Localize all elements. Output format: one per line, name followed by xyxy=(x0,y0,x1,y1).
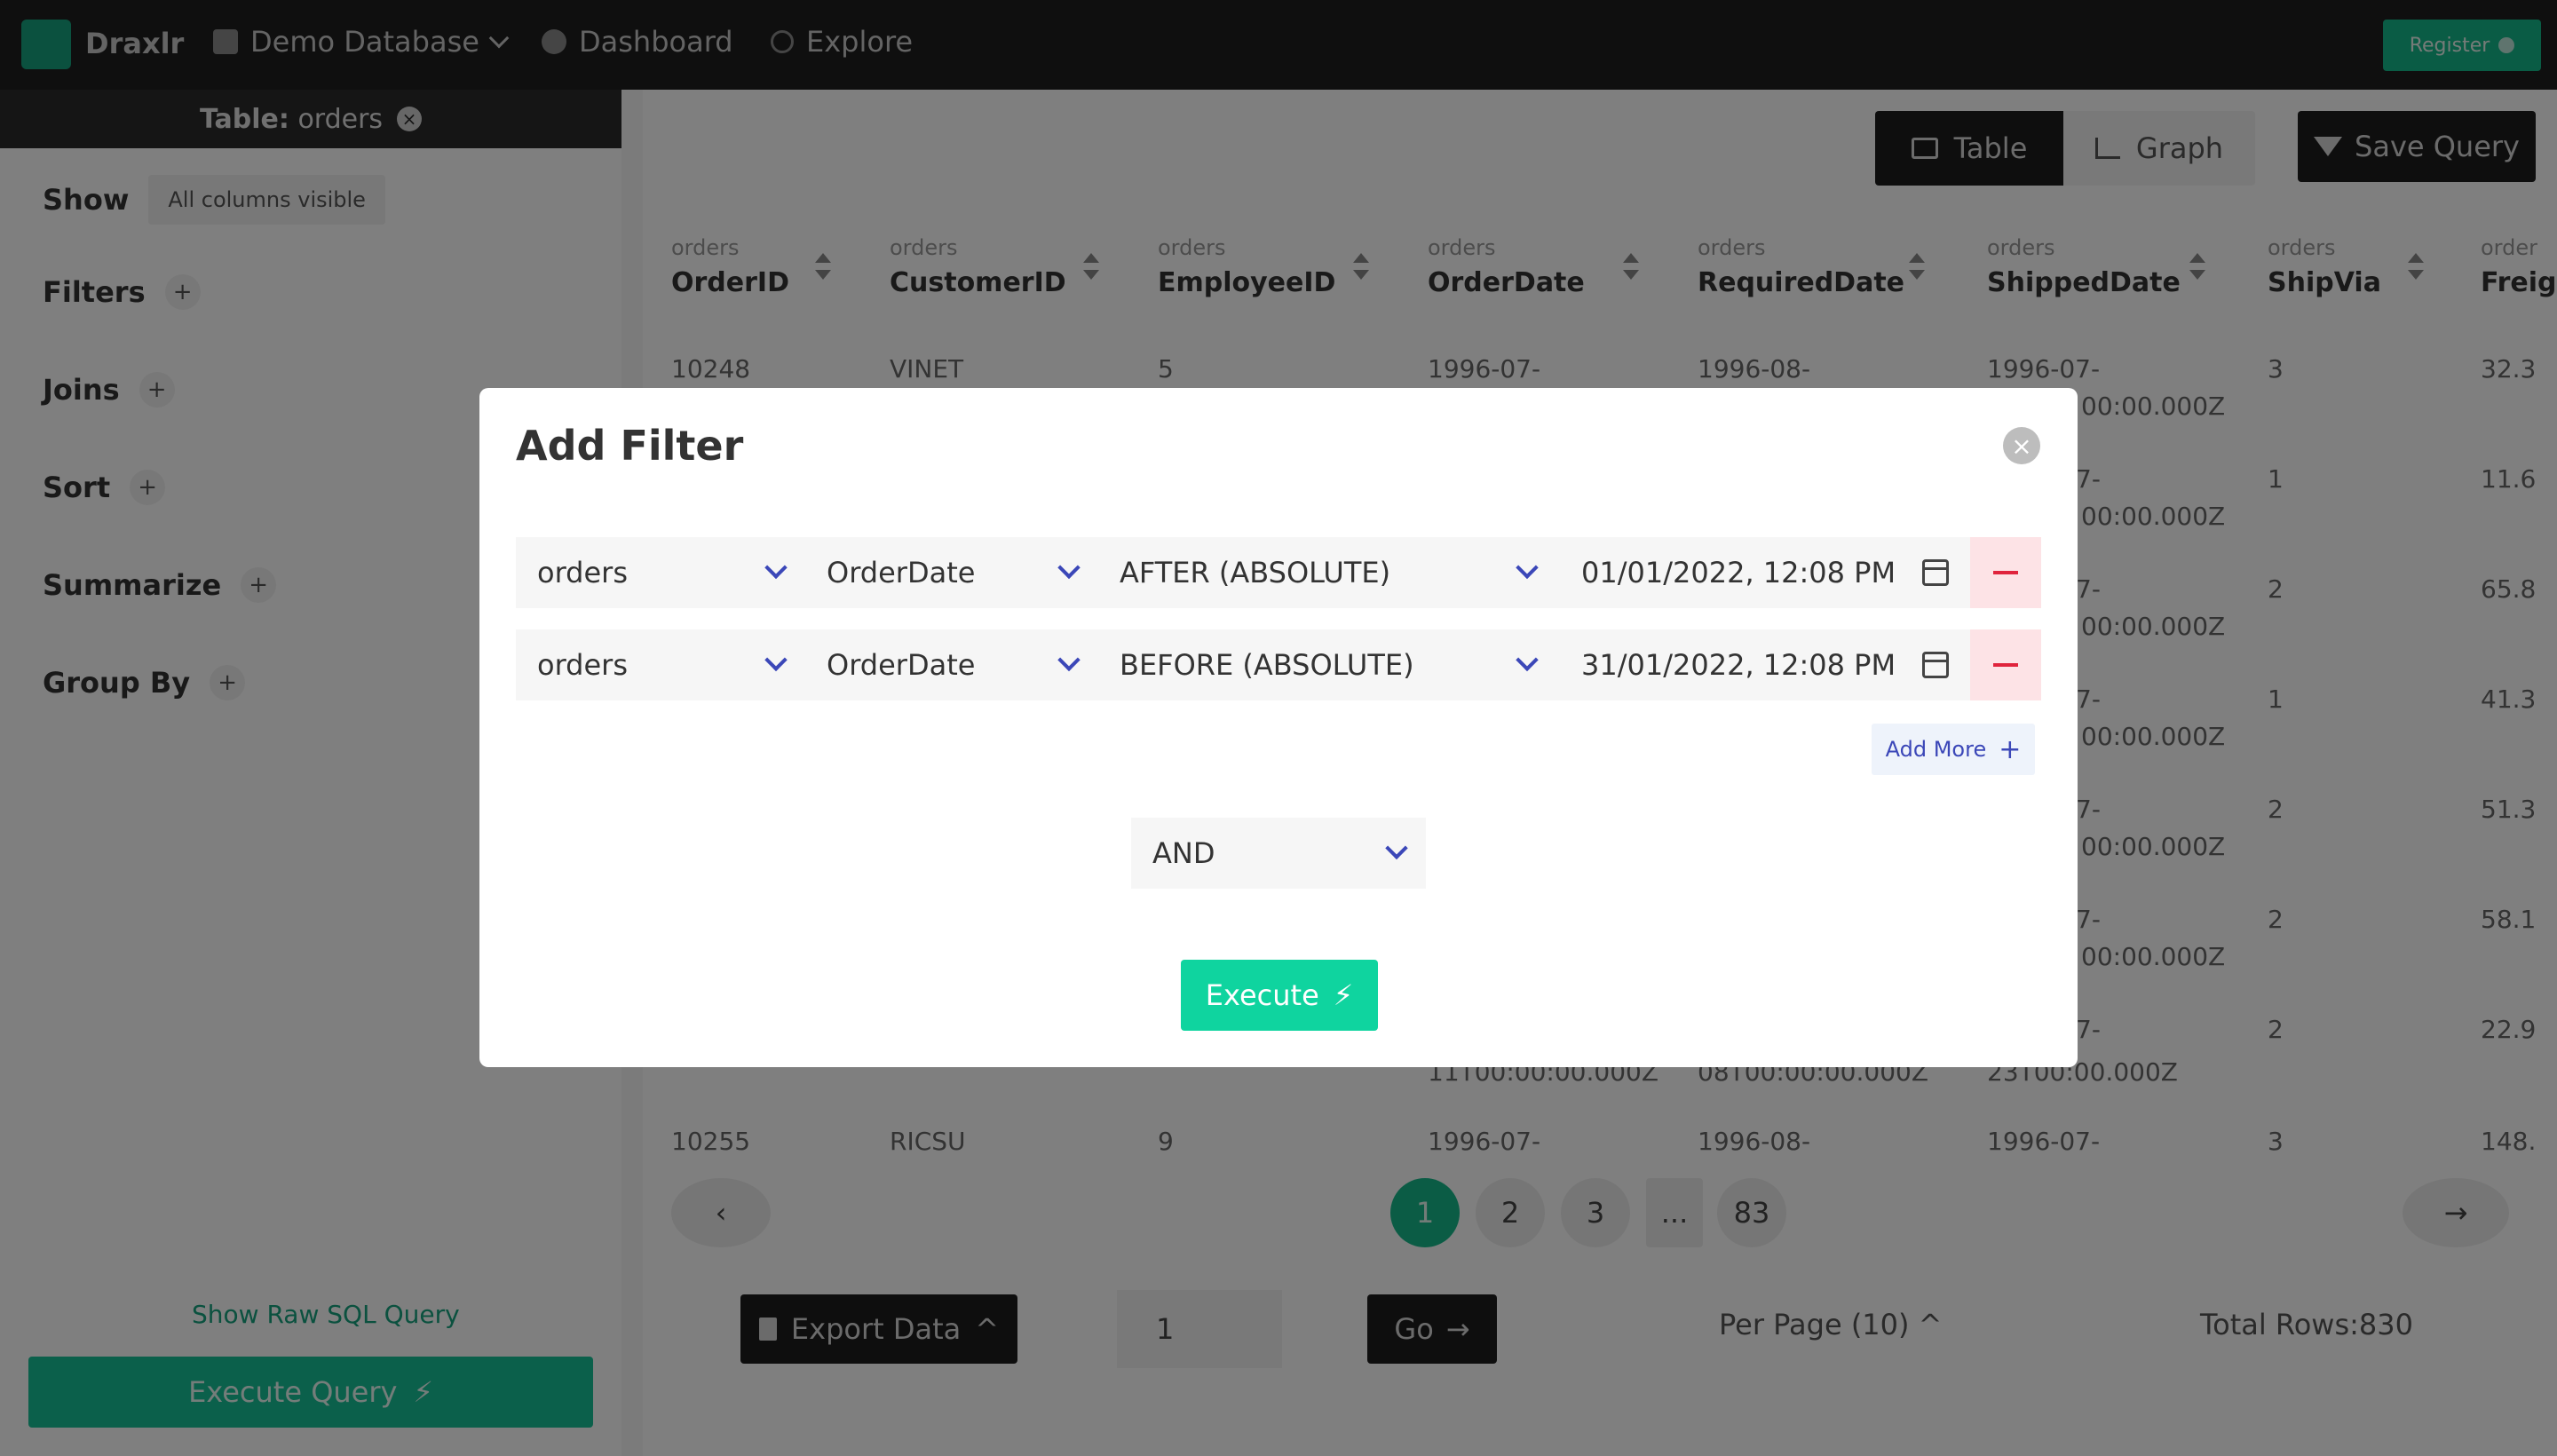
filter-row: orders OrderDate BEFORE (ABSOLUTE) 31/01… xyxy=(516,629,2041,700)
modal-title: Add Filter xyxy=(516,422,744,470)
table-select-value: orders xyxy=(537,556,628,590)
minus-icon xyxy=(1993,663,2018,667)
add-filter-modal: Add Filter × orders OrderDate AFTER (ABS… xyxy=(479,388,2078,1067)
remove-filter-button[interactable] xyxy=(1970,629,2041,700)
operator-select[interactable]: AFTER (ABSOLUTE) xyxy=(1098,537,1556,608)
column-select[interactable]: OrderDate xyxy=(805,537,1098,608)
column-select-value: OrderDate xyxy=(827,648,976,682)
column-select[interactable]: OrderDate xyxy=(805,629,1098,700)
table-select[interactable]: orders xyxy=(516,629,805,700)
chevron-down-icon xyxy=(1057,556,1081,580)
date-value: 31/01/2022, 12:08 PM xyxy=(1581,648,1896,682)
table-select-value: orders xyxy=(537,648,628,682)
close-icon[interactable]: × xyxy=(2003,427,2040,464)
conjunction-select[interactable]: AND xyxy=(1131,818,1426,889)
date-input[interactable]: 01/01/2022, 12:08 PM xyxy=(1556,537,1970,608)
chevron-down-icon xyxy=(1516,648,1539,672)
add-more-label: Add More xyxy=(1885,737,1987,762)
date-input[interactable]: 31/01/2022, 12:08 PM xyxy=(1556,629,1970,700)
calendar-icon[interactable] xyxy=(1922,652,1949,678)
execute-label: Execute xyxy=(1205,978,1319,1012)
table-select[interactable]: orders xyxy=(516,537,805,608)
operator-select-value: AFTER (ABSOLUTE) xyxy=(1120,556,1391,590)
chevron-down-icon xyxy=(1385,836,1408,860)
lightning-icon: ⚡ xyxy=(1333,978,1354,1012)
date-value: 01/01/2022, 12:08 PM xyxy=(1581,556,1896,590)
column-select-value: OrderDate xyxy=(827,556,976,590)
calendar-icon[interactable] xyxy=(1922,559,1949,586)
conjunction-value: AND xyxy=(1152,836,1215,870)
add-more-button[interactable]: Add More + xyxy=(1872,724,2035,775)
minus-icon xyxy=(1993,571,2018,574)
chevron-down-icon xyxy=(764,648,788,672)
execute-button[interactable]: Execute ⚡ xyxy=(1181,960,1378,1031)
operator-select-value: BEFORE (ABSOLUTE) xyxy=(1120,648,1414,682)
chevron-down-icon xyxy=(1057,648,1081,672)
filter-row: orders OrderDate AFTER (ABSOLUTE) 01/01/… xyxy=(516,537,2041,608)
plus-icon: + xyxy=(1999,733,2022,765)
remove-filter-button[interactable] xyxy=(1970,537,2041,608)
operator-select[interactable]: BEFORE (ABSOLUTE) xyxy=(1098,629,1556,700)
chevron-down-icon xyxy=(764,556,788,580)
chevron-down-icon xyxy=(1516,556,1539,580)
